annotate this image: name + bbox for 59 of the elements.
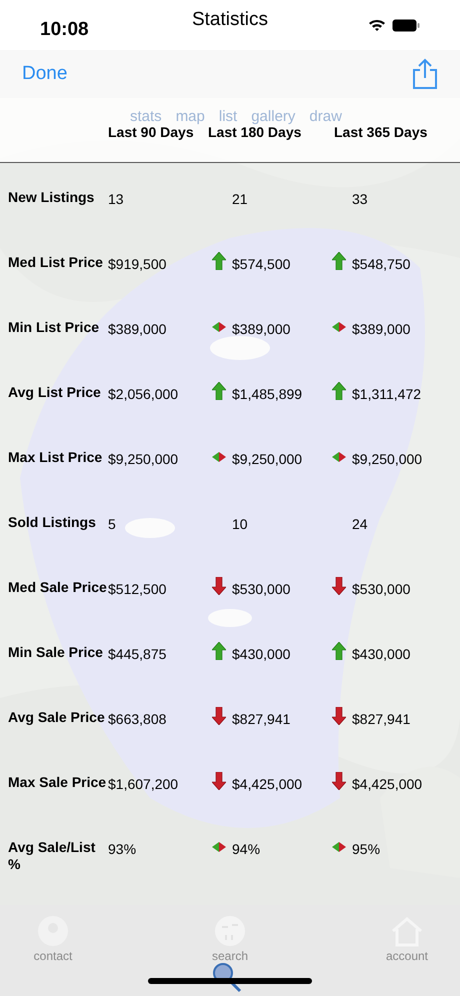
row-label: Avg Sale Price — [8, 709, 106, 726]
value-cell-text: 21 — [232, 190, 248, 209]
value-cell-text: $445,875 — [108, 645, 166, 664]
screen-title: Statistics — [192, 8, 268, 32]
faded-tab-label: list — [218, 107, 238, 127]
row-label: New Listings — [8, 189, 96, 206]
value-cell-text: $663,808 — [108, 710, 166, 729]
value-cell-text: $9,250,000 — [108, 450, 178, 469]
value-cell-text: 33 — [352, 190, 368, 209]
value-cell-text: $9,250,000 — [232, 450, 302, 469]
value-cell-text: $430,000 — [352, 645, 410, 664]
faded-tab-label: gallery — [251, 107, 296, 127]
wifi-icon — [368, 18, 386, 32]
row-label: Avg List Price — [8, 384, 102, 401]
value-cell-text: 13 — [108, 190, 124, 209]
row-label: Sold Listings — [8, 514, 97, 531]
value-cell-text: $919,500 — [108, 255, 166, 274]
value-cell-text: 10 — [232, 515, 248, 534]
value-cell-text: $512,500 — [108, 580, 166, 599]
value-cell-text: $827,941 — [232, 710, 290, 729]
value-cell-text: $9,250,000 — [352, 450, 422, 469]
column-header: Last 180 Days — [208, 124, 302, 142]
tab-bar-item[interactable]: contact — [28, 915, 78, 965]
tab-bar-item[interactable]: search — [205, 915, 255, 965]
faded-tab-label: map — [176, 107, 205, 127]
value-cell-text: 95% — [352, 840, 380, 859]
share-icon[interactable] — [412, 58, 438, 90]
value-cell-text: $548,750 — [352, 255, 410, 274]
value-cell-text: 24 — [352, 515, 368, 534]
status-time: 10:08 — [40, 18, 89, 42]
row-label: Min List Price — [8, 319, 100, 336]
value-cell-text: $389,000 — [232, 320, 290, 339]
row-label: Max Sale Price — [8, 774, 108, 791]
value-cell-text: $389,000 — [352, 320, 410, 339]
value-cell-text: $430,000 — [232, 645, 290, 664]
value-cell-text: 94% — [232, 840, 260, 859]
row-label: Med Sale Price — [8, 579, 108, 596]
value-cell-text: $4,425,000 — [232, 775, 302, 794]
row-label: Min Sale Price — [8, 644, 104, 661]
value-cell-text: $530,000 — [232, 580, 290, 599]
row-label: Max List Price — [8, 449, 104, 466]
battery-icon — [392, 18, 420, 32]
row-label: Avg Sale/List % — [8, 839, 96, 873]
value-cell-text: $4,425,000 — [352, 775, 422, 794]
value-cell-text: $1,485,899 — [232, 385, 302, 404]
done-button[interactable]: Done — [22, 60, 68, 88]
column-header: Last 90 Days — [108, 124, 194, 142]
value-cell-text: $1,607,200 — [108, 775, 178, 794]
value-cell-text: 93% — [108, 840, 136, 859]
value-cell-text: $2,056,000 — [108, 385, 178, 404]
value-cell-text: $389,000 — [108, 320, 166, 339]
value-cell-text: $1,311,472 — [352, 385, 422, 404]
row-label: Med List Price — [8, 254, 104, 271]
faded-tab-label: stats — [130, 107, 162, 127]
value-cell-text: $827,941 — [352, 710, 410, 729]
value-cell-text: $530,000 — [352, 580, 410, 599]
tab-bar-item[interactable]: account — [382, 915, 432, 965]
value-cell-text: 5 — [108, 515, 116, 534]
value-cell-text: $574,500 — [232, 255, 290, 274]
